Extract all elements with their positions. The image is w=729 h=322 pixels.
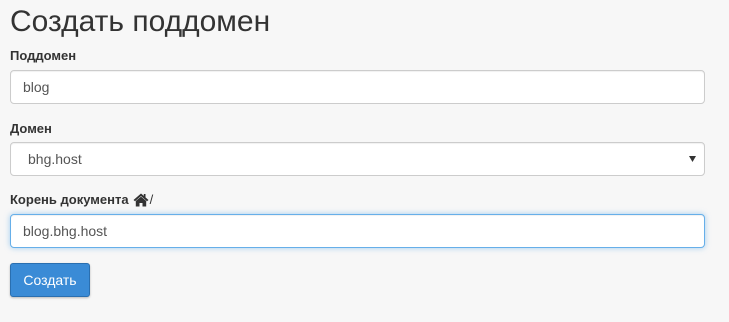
document-root-label: Корень документа / bbox=[10, 192, 153, 208]
page-title: Создать поддомен bbox=[10, 5, 271, 38]
document-root-label-text: Корень документа bbox=[10, 192, 129, 207]
document-root-path-prefix: / bbox=[149, 192, 154, 207]
subdomain-input[interactable] bbox=[10, 70, 705, 104]
domain-label: Домен bbox=[10, 121, 52, 137]
caret-down-icon bbox=[689, 156, 696, 162]
create-button[interactable]: Создать bbox=[10, 263, 90, 297]
domain-label-text: Домен bbox=[10, 121, 52, 136]
domain-select-value: bhg.host bbox=[28, 151, 82, 167]
subdomain-label-text: Поддомен bbox=[10, 48, 77, 63]
document-root-input[interactable] bbox=[10, 214, 705, 248]
subdomain-label: Поддомен bbox=[10, 48, 76, 64]
domain-select[interactable]: bhg.host bbox=[10, 142, 705, 176]
home-icon bbox=[133, 193, 149, 207]
